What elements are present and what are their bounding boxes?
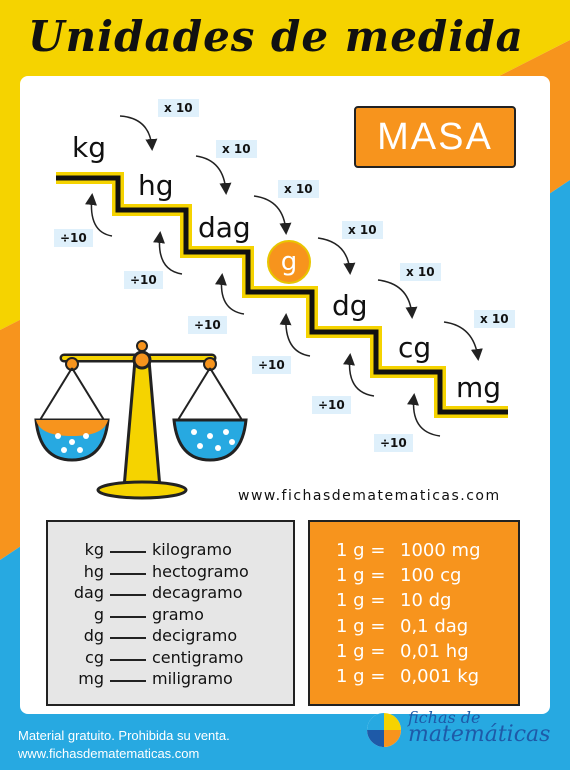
legend-abbr: g: [93, 605, 104, 624]
equivalence-lhs: 1 g =: [336, 590, 386, 611]
legend-name: hectogramo: [152, 562, 249, 581]
divide-label: ÷10: [252, 356, 291, 375]
divide-label: ÷10: [312, 396, 351, 415]
footer-url[interactable]: www.fichasdematematicas.com: [18, 746, 199, 761]
divide-label: ÷10: [374, 434, 413, 453]
legend-row: dag decagramo: [48, 583, 293, 605]
legend-row: g gramo: [48, 605, 293, 627]
unit-kg: kg: [72, 131, 106, 164]
multiply-label: x 10: [474, 310, 515, 329]
divide-label: ÷10: [54, 229, 93, 248]
divide-label: ÷10: [188, 316, 227, 335]
unit-legend: kg kilogramo hg hectogramo dag decagramo…: [46, 520, 295, 706]
legend-name: miligramo: [152, 669, 233, 688]
legend-name: gramo: [152, 605, 204, 624]
unit-mg: mg: [456, 371, 502, 404]
legend-row: kg kilogramo: [48, 540, 293, 562]
equivalence-rhs: 100 cg: [400, 565, 462, 586]
equivalence-rhs: 0,1 dag: [400, 616, 469, 637]
equivalence-rhs: 10 dg: [400, 590, 452, 611]
legend-name: centigramo: [152, 648, 244, 667]
legend-abbr: dag: [73, 583, 104, 602]
legend-abbr: cg: [85, 648, 104, 667]
divide-label: ÷10: [124, 271, 163, 290]
legend-abbr: hg: [83, 562, 104, 581]
equivalence-rhs: 1000 mg: [400, 540, 481, 561]
legend-abbr: mg: [78, 669, 104, 688]
multiply-label: x 10: [342, 221, 383, 240]
unit-dag: dag: [198, 211, 251, 244]
legend-abbr: dg: [83, 626, 104, 645]
legend-divider: [110, 680, 146, 682]
equivalences-box: 1 g = 1000 mg 1 g = 100 cg 1 g = 10 dg 1…: [308, 520, 520, 706]
equivalence-lhs: 1 g =: [336, 540, 386, 561]
balance-scale-icon: [34, 340, 248, 500]
unit-cg: cg: [398, 331, 432, 364]
unit-hg: hg: [138, 169, 174, 202]
legend-divider: [110, 659, 146, 661]
legend-row: dg decigramo: [48, 626, 293, 648]
legend-row: mg miligramo: [48, 669, 293, 691]
masa-badge: MASA: [354, 106, 516, 168]
equivalence-rhs: 0,01 hg: [400, 641, 469, 662]
legend-divider: [110, 594, 146, 596]
website-url[interactable]: www.fichasdematematicas.com: [238, 488, 501, 504]
legend-divider: [110, 551, 146, 553]
equivalence-lhs: 1 g =: [336, 565, 386, 586]
legend-divider: [110, 573, 146, 575]
unit-dg: dg: [332, 289, 368, 322]
footer-disclaimer: Material gratuito. Prohibida su venta.: [18, 728, 230, 743]
equivalence-lhs: 1 g =: [336, 666, 386, 687]
legend-row: cg centigramo: [48, 648, 293, 670]
legend-name: kilogramo: [152, 540, 232, 559]
multiply-label: x 10: [158, 99, 199, 118]
multiply-label: x 10: [400, 263, 441, 282]
legend-abbr: kg: [84, 540, 104, 559]
logo-text: matemáticas: [408, 722, 551, 747]
legend-divider: [110, 616, 146, 618]
legend-name: decagramo: [152, 583, 243, 602]
equivalence-lhs: 1 g =: [336, 616, 386, 637]
legend-name: decigramo: [152, 626, 238, 645]
unit-g-circle: g: [267, 240, 311, 284]
legend-divider: [110, 637, 146, 639]
equivalence-rhs: 0,001 kg: [400, 666, 480, 687]
logo-mark-icon: [367, 713, 401, 747]
equivalence-lhs: 1 g =: [336, 641, 386, 662]
legend-row: hg hectogramo: [48, 562, 293, 584]
multiply-label: x 10: [278, 180, 319, 199]
multiply-label: x 10: [216, 140, 257, 159]
